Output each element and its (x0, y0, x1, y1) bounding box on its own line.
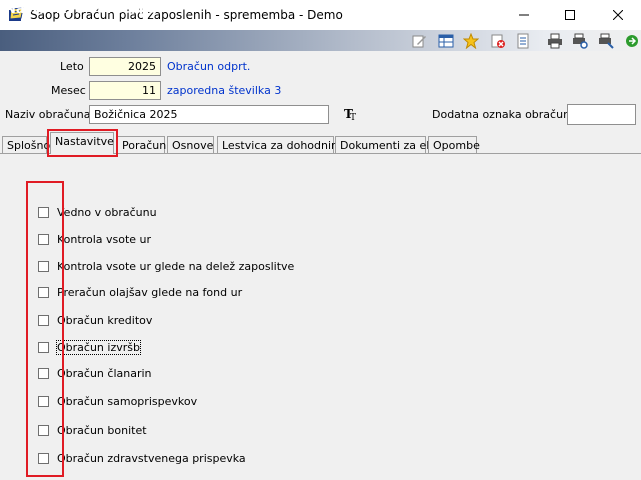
exit-icon[interactable] (623, 32, 641, 49)
section-title: Nastavitve obračuna (5, 2, 157, 17)
edit-icon[interactable] (410, 32, 428, 49)
izvrsbe-label: Obračun izvršb (56, 339, 141, 355)
krediti-label: Obračun kreditov (57, 313, 153, 327)
checkbox-column-highlight (26, 181, 64, 477)
settings-print-icon[interactable] (597, 32, 615, 49)
svg-text:T: T (350, 113, 356, 122)
bonitete-label: Obračun bonitet (57, 423, 147, 437)
naziv-field[interactable]: Božičnica 2025 (89, 105, 329, 124)
leto-field[interactable]: 2025 (89, 57, 161, 76)
tab-osnove[interactable]: Osnove (167, 136, 214, 153)
obracun-status-link[interactable]: Obračun odprt. (167, 60, 250, 73)
maximize-button[interactable] (547, 0, 593, 30)
zdravstveni-label: Obračun zdravstvenega prispevka (57, 451, 246, 465)
mesec-field[interactable]: 11 (89, 81, 161, 100)
delete-icon[interactable] (489, 32, 507, 49)
active-tab-highlight (47, 129, 118, 157)
vedno-label: Vedno v obračunu (57, 205, 157, 219)
notes-icon[interactable] (514, 32, 532, 49)
zaporedna-stevilka-link[interactable]: zaporedna številka 3 (167, 84, 281, 97)
tab-opombe[interactable]: Opombe (428, 136, 480, 153)
tab-dokumenti[interactable]: Dokumenti za eR (335, 136, 434, 153)
mesec-label: Mesec (51, 84, 86, 97)
kontrola-delez-label: Kontrola vsote ur glede na delež zaposli… (57, 259, 295, 273)
preracun-olajsav-label: Preračun olajšav glede na fond ur (57, 285, 243, 299)
checkbox-row-preracun-olajsav[interactable]: Preračun olajšav glede na fond ur (38, 284, 242, 300)
minimize-button[interactable] (501, 0, 547, 30)
tab-poracuni[interactable]: Poračuni (117, 136, 169, 153)
print-icon[interactable] (546, 32, 564, 49)
kontrola-vsote-label: Kontrola vsote ur (57, 232, 152, 246)
section-header (0, 30, 641, 51)
tab-splosno[interactable]: Splošno (2, 136, 50, 153)
close-button[interactable] (595, 0, 641, 30)
tab-lestvica[interactable]: Lestvica za dohodnino (217, 136, 345, 153)
samoprispevki-label: Obračun samoprispevkov (57, 394, 198, 408)
dodatna-oznaka-label: Dodatna oznaka obračuna (432, 108, 577, 121)
leto-label: Leto (60, 60, 84, 73)
star-icon[interactable] (462, 32, 480, 49)
dodatna-oznaka-field[interactable] (567, 104, 636, 125)
clanarine-label: Obračun članarin (57, 366, 152, 380)
text-format-icon[interactable]: TT (343, 106, 359, 123)
table-icon[interactable] (437, 32, 455, 49)
naziv-label: Naziv obračuna (5, 108, 91, 121)
checkbox-row-kontrola-delez[interactable]: Kontrola vsote ur glede na delež zaposli… (38, 258, 294, 274)
checkbox-row-zdravstveni[interactable]: Obračun zdravstvenega prispevka (38, 450, 246, 466)
print-preview-icon[interactable] (571, 32, 589, 49)
